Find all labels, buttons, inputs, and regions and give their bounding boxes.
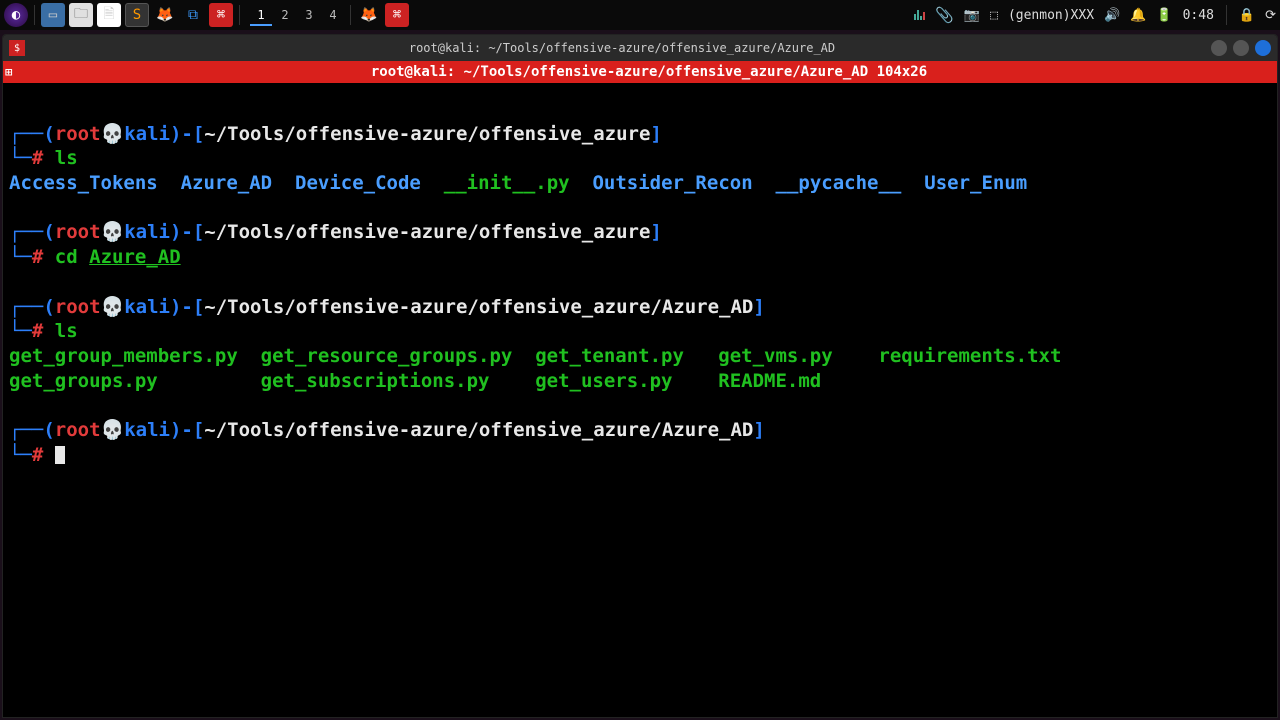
firefox-instance-icon[interactable]: 🦊 (357, 3, 381, 27)
notification-icon[interactable]: 🔔 (1130, 8, 1146, 23)
camera-icon[interactable]: 📷 (964, 8, 980, 23)
separator (1226, 5, 1227, 25)
start-menu-icon[interactable]: ◐ (4, 3, 28, 27)
screen-icon[interactable]: ⬚ (990, 8, 998, 23)
attachment-icon[interactable]: 📎 (935, 6, 954, 24)
workspace-3[interactable]: 3 (298, 4, 320, 26)
firefox-icon[interactable]: 🦊 (153, 3, 177, 27)
vscode-icon[interactable]: ⧉ (181, 3, 205, 27)
top-panel: ◐ ▭ 🗀 🗎 S 🦊 ⧉ ⌘ 1 2 3 4 🦊 ⌘ 📎 📷 ⬚ (genmo… (0, 0, 1280, 30)
close-button[interactable] (1255, 40, 1271, 56)
terminal-app-icon: $ (9, 40, 25, 56)
sublime-icon[interactable]: S (125, 3, 149, 27)
cpu-monitor-icon[interactable] (914, 10, 925, 20)
battery-icon[interactable]: 🔋 (1156, 8, 1172, 23)
separator (34, 5, 35, 25)
tmux-status-bar: ⊞ root@kali: ~/Tools/offensive-azure/off… (3, 61, 1277, 83)
workspace-4[interactable]: 4 (322, 4, 344, 26)
workspace-switcher: 1 2 3 4 (250, 4, 344, 26)
window-title: root@kali: ~/Tools/offensive-azure/offen… (33, 41, 1211, 55)
lock-icon[interactable]: 🔒 (1239, 8, 1255, 23)
terminal-content[interactable]: ┌──(root💀kali)-[~/Tools/offensive-azure/… (3, 83, 1277, 717)
desktop-icon[interactable]: ▭ (41, 3, 65, 27)
separator (350, 5, 351, 25)
files-icon[interactable]: 🗀 (69, 3, 93, 27)
workspace-1[interactable]: 1 (250, 4, 272, 26)
minimize-button[interactable] (1211, 40, 1227, 56)
workspace-2[interactable]: 2 (274, 4, 296, 26)
terminal-instance-icon[interactable]: ⌘ (385, 3, 409, 27)
maximize-button[interactable] (1233, 40, 1249, 56)
power-icon[interactable]: ⟳ (1265, 8, 1276, 23)
volume-icon[interactable]: 🔊 (1104, 8, 1120, 23)
tmux-pane-icon: ⊞ (3, 65, 21, 79)
tmux-title: root@kali: ~/Tools/offensive-azure/offen… (21, 64, 1277, 80)
genmon-widget[interactable]: (genmon)XXX (1008, 8, 1094, 23)
separator (239, 5, 240, 25)
window-titlebar[interactable]: $ root@kali: ~/Tools/offensive-azure/off… (3, 35, 1277, 61)
system-tray: 📎 📷 ⬚ (genmon)XXX 🔊 🔔 🔋 0:48 🔒 ⟳ (914, 5, 1276, 25)
clock[interactable]: 0:48 (1183, 8, 1214, 23)
editor-icon[interactable]: 🗎 (97, 3, 121, 27)
terminal-window: $ root@kali: ~/Tools/offensive-azure/off… (2, 34, 1278, 718)
terminal-icon[interactable]: ⌘ (209, 3, 233, 27)
